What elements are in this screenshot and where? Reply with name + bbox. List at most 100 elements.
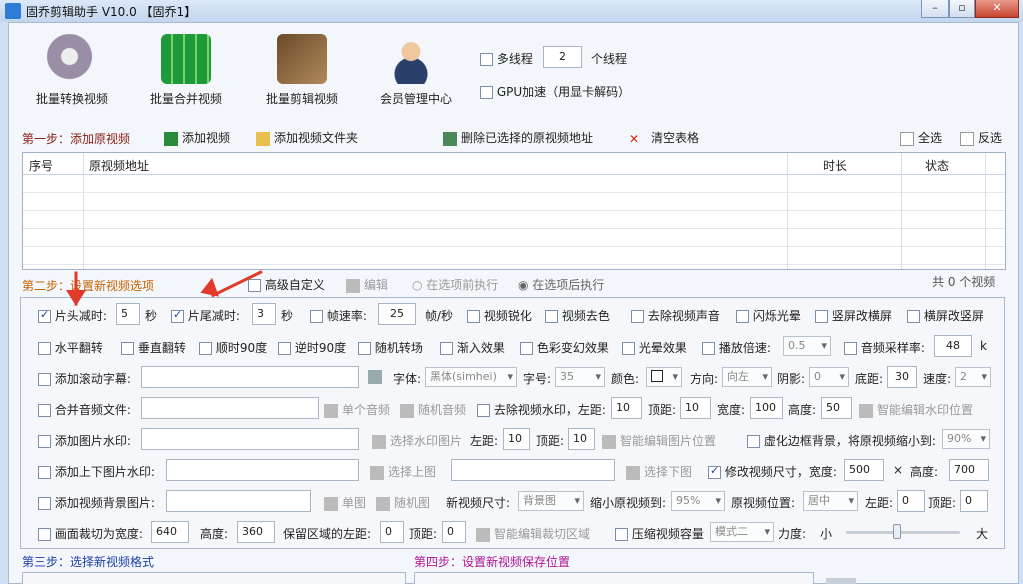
column-path[interactable]: 原视频地址 (89, 157, 149, 174)
tb-img-checkbox[interactable]: 添加上下图片水印: (38, 463, 155, 480)
clear-table-button[interactable]: ✕ 清空表格 (627, 129, 699, 146)
table-row[interactable] (23, 193, 1005, 211)
bottom-img-input[interactable] (451, 459, 615, 481)
resize-width-input[interactable]: 500 (844, 459, 884, 481)
wm-width-input[interactable]: 100 (750, 397, 783, 419)
choose-top-button[interactable]: 选择上图 (370, 463, 436, 480)
rand-audio-button[interactable]: 随机音频 (400, 401, 466, 418)
bottom-input[interactable]: 30 (887, 366, 917, 388)
close-button[interactable]: ✕ (975, 0, 1019, 18)
choose-bottom-button[interactable]: 选择下图 (626, 463, 692, 480)
audio-rate-input[interactable]: 48 (934, 335, 972, 357)
img-wm-checkbox[interactable]: 添加图片水印: (38, 432, 131, 449)
ccw90-checkbox[interactable]: 逆时90度 (278, 339, 346, 356)
select-all-button[interactable]: 全选 (900, 129, 942, 146)
choose-wm-button[interactable]: 选择水印图片 (372, 432, 462, 449)
dir-select[interactable]: 向左 (722, 367, 772, 387)
font-select[interactable]: 黑体(simhei) (425, 367, 517, 387)
batch-convert-button[interactable]: 批量转换视频 (30, 34, 114, 107)
audio-rate-checkbox[interactable]: 音频采样率: (844, 339, 925, 356)
table-row[interactable] (23, 211, 1005, 229)
pos-left-input[interactable]: 0 (897, 490, 925, 512)
wm-top-input[interactable]: 10 (680, 397, 711, 419)
top-img-input[interactable] (166, 459, 359, 481)
merge-audio-checkbox[interactable]: 合并音频文件: (38, 401, 131, 418)
batch-edit-button[interactable]: 批量剪辑视频 (260, 34, 344, 107)
bg-img-input[interactable] (166, 490, 311, 512)
fadein-checkbox[interactable]: 渐入效果 (440, 339, 505, 356)
vflip-checkbox[interactable]: 垂直翻转 (121, 339, 186, 356)
video-table[interactable]: 序号 原视频地址 时长 状态 (22, 152, 1006, 270)
halo-checkbox[interactable]: 光晕效果 (622, 339, 687, 356)
batch-merge-button[interactable]: 批量合并视频 (146, 34, 226, 107)
h2v-checkbox[interactable]: 横屏改竖屏 (907, 307, 984, 324)
add-folder-button[interactable]: 添加视频文件夹 (256, 129, 358, 146)
crop-checkbox[interactable]: 画面裁切为宽度: (38, 525, 143, 542)
blur-select[interactable]: 90% (942, 429, 990, 449)
img-wm-input[interactable] (141, 428, 359, 450)
remove-audio-checkbox[interactable]: 去除视频声音 (631, 307, 720, 324)
head-cut-checkbox[interactable]: 片头减时: (38, 307, 107, 324)
bg-img-checkbox[interactable]: 添加视频背景图片: (38, 494, 155, 511)
pos-top-input[interactable]: 0 (960, 490, 988, 512)
blur-bg-checkbox[interactable]: 虚化边框背景，将原视频缩小到: (747, 432, 936, 449)
speed2-select[interactable]: 2 (955, 367, 991, 387)
scroll-sub-input[interactable] (141, 366, 359, 388)
add-video-button[interactable]: 添加视频 (164, 129, 230, 146)
table-row[interactable] (23, 247, 1005, 265)
strength-slider-thumb[interactable] (893, 524, 902, 539)
strength-slider-track[interactable] (846, 531, 960, 534)
gpu-checkbox[interactable]: GPU加速（用显卡解码） (480, 83, 630, 100)
size-select[interactable]: 35 (555, 367, 605, 387)
speed-select[interactable]: 0.5 (783, 336, 831, 356)
v2h-checkbox[interactable]: 竖屏改横屏 (815, 307, 892, 324)
pos-select[interactable]: 居中 (803, 491, 858, 511)
head-cut-input[interactable]: 5 (116, 303, 140, 325)
column-duration[interactable]: 时长 (823, 157, 847, 174)
keep-left-input[interactable]: 0 (380, 521, 404, 543)
remove-wm-checkbox[interactable]: 去除视频水印，左距: (477, 401, 606, 418)
smart-crop-button[interactable]: 智能编辑裁切区域 (476, 525, 590, 542)
color-select[interactable] (646, 367, 682, 387)
flash-checkbox[interactable]: 闪烁光晕 (736, 307, 801, 324)
member-center-button[interactable]: 会员管理中心 (376, 34, 456, 107)
single-img-button[interactable]: 单图 (324, 494, 366, 511)
tail-cut-input[interactable]: 3 (252, 303, 276, 325)
rand-img-button[interactable]: 随机图 (376, 494, 430, 511)
column-index[interactable]: 序号 (29, 157, 53, 174)
table-row[interactable] (23, 229, 1005, 247)
sharpen-checkbox[interactable]: 视频锐化 (467, 307, 532, 324)
img-top-input[interactable]: 10 (568, 428, 595, 450)
cw90-checkbox[interactable]: 顺时90度 (199, 339, 267, 356)
new-size-select[interactable]: 背景图 (518, 491, 584, 511)
color-fx-checkbox[interactable]: 色彩变幻效果 (520, 339, 609, 356)
multithread-checkbox[interactable]: 多线程 (480, 50, 533, 67)
after-radio[interactable]: ◉ 在选项后执行 (518, 276, 604, 293)
merge-audio-input[interactable] (141, 397, 319, 419)
fps-checkbox[interactable]: 帧速率: (310, 307, 367, 324)
tail-cut-checkbox[interactable]: 片尾减时: (171, 307, 240, 324)
crop-height-input[interactable]: 360 (237, 521, 275, 543)
img-left-input[interactable]: 10 (503, 428, 530, 450)
compress-checkbox[interactable]: 压缩视频容量 (615, 525, 704, 542)
minimize-button[interactable]: – (921, 0, 949, 18)
delete-selected-button[interactable]: 删除已选择的原视频地址 (443, 129, 593, 146)
table-row[interactable] (23, 175, 1005, 193)
speed-checkbox[interactable]: 播放倍速: (702, 339, 771, 356)
edit-button[interactable]: 编辑 (346, 276, 388, 293)
mode-select[interactable]: 模式二 (710, 522, 774, 542)
smart-wm-button[interactable]: 智能编辑水印位置 (859, 401, 973, 418)
wm-left-input[interactable]: 10 (611, 397, 642, 419)
resize-height-input[interactable]: 700 (949, 459, 989, 481)
invert-select-button[interactable]: 反选 (960, 129, 1002, 146)
browse-button[interactable] (826, 578, 856, 584)
hflip-checkbox[interactable]: 水平翻转 (38, 339, 103, 356)
advanced-checkbox[interactable]: 高级自定义 (248, 276, 325, 293)
crop-width-input[interactable]: 640 (151, 521, 189, 543)
scroll-sub-checkbox[interactable]: 添加滚动字幕: (38, 370, 131, 387)
thread-count-input[interactable]: 2 (543, 46, 582, 68)
rand-trans-checkbox[interactable]: 随机转场 (358, 339, 423, 356)
maximize-button[interactable]: ▫ (949, 0, 975, 18)
smart-img-button[interactable]: 智能编辑图片位置 (602, 432, 716, 449)
column-status[interactable]: 状态 (925, 157, 949, 174)
